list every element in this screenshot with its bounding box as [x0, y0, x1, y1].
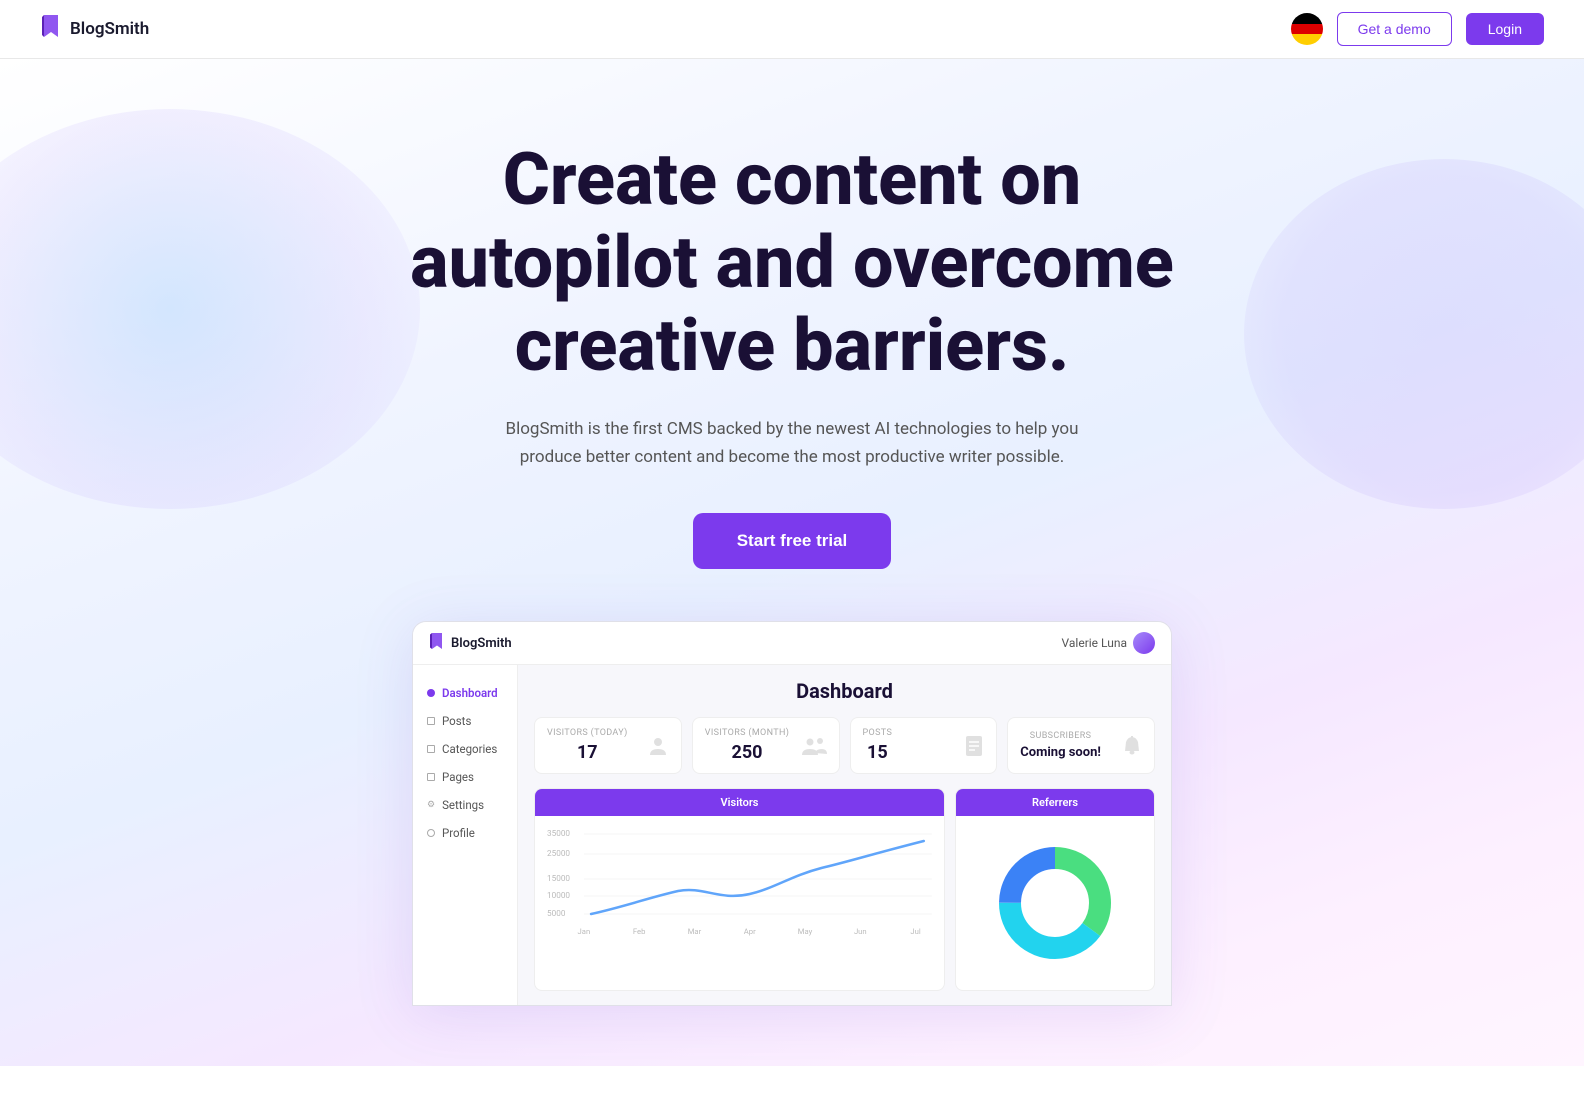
bell-icon	[1122, 735, 1142, 757]
svg-text:Feb: Feb	[633, 928, 646, 937]
stat-info-visitors-month: VISITORS (MONTH) 250	[705, 728, 790, 763]
stat-label-visitors-today: VISITORS (TODAY)	[547, 728, 628, 738]
svg-text:15000: 15000	[547, 874, 570, 884]
stat-value-visitors-month: 250	[705, 742, 790, 763]
svg-text:10000: 10000	[547, 891, 570, 901]
donut-container	[966, 826, 1144, 980]
document-icon	[964, 735, 984, 757]
logo-icon	[40, 15, 62, 43]
stat-info-visitors-today: VISITORS (TODAY) 17	[547, 728, 628, 763]
svg-text:May: May	[798, 928, 813, 937]
charts-row: Visitors 35000 25000 15000 10000 5000	[534, 788, 1155, 991]
sidebar-item-dashboard[interactable]: Dashboard	[413, 679, 517, 707]
logo: BlogSmith	[40, 15, 149, 43]
sidebar-label-pages: Pages	[442, 770, 474, 784]
people-icon	[801, 735, 827, 757]
sidebar-label-categories: Categories	[442, 742, 497, 756]
main-header: BlogSmith Get a demo Login	[0, 0, 1584, 59]
dashboard-avatar	[1133, 632, 1155, 654]
sidebar-item-profile[interactable]: Profile	[413, 819, 517, 847]
login-button[interactable]: Login	[1466, 13, 1544, 45]
sidebar-item-settings[interactable]: ⚙ Settings	[413, 791, 517, 819]
svg-text:Jun: Jun	[854, 928, 867, 937]
visitors-line-chart-svg: 35000 25000 15000 10000 5000	[545, 826, 934, 936]
dashboard-logo: BlogSmith	[429, 633, 512, 653]
settings-gear-icon: ⚙	[427, 800, 435, 810]
dashboard-logo-icon	[429, 633, 445, 653]
pages-nav-icon	[427, 773, 435, 781]
logo-text: BlogSmith	[70, 19, 149, 39]
visitors-chart: Visitors 35000 25000 15000 10000 5000	[534, 788, 945, 991]
stat-label-posts: POSTS	[863, 728, 893, 738]
stat-card-visitors-today: VISITORS (TODAY) 17	[534, 717, 682, 774]
svg-text:Mar: Mar	[688, 928, 702, 937]
profile-nav-icon	[427, 829, 435, 837]
stat-value-posts: 15	[863, 742, 893, 763]
svg-text:Jul: Jul	[910, 928, 920, 937]
person-icon	[647, 735, 669, 757]
stat-value-subscribers: Coming soon!	[1020, 745, 1101, 760]
sidebar-label-settings: Settings	[442, 798, 484, 812]
stat-label-subscribers: SUBSCRIBERS	[1020, 731, 1101, 741]
dashboard-main: Dashboard VISITORS (TODAY) 17	[518, 665, 1171, 1005]
dashboard-header: BlogSmith Valerie Luna	[413, 622, 1171, 665]
language-flag-german[interactable]	[1291, 13, 1323, 45]
dashboard-body: Dashboard Posts Categories Pages ⚙ Setti…	[413, 665, 1171, 1005]
header-actions: Get a demo Login	[1291, 12, 1544, 46]
referrers-chart-body	[956, 816, 1154, 990]
stat-card-visitors-month: VISITORS (MONTH) 250	[692, 717, 840, 774]
visitors-chart-body: 35000 25000 15000 10000 5000	[535, 816, 944, 950]
stats-row: VISITORS (TODAY) 17 VISITORS (MONTH) 250	[534, 717, 1155, 774]
dashboard-page-title: Dashboard	[534, 679, 1155, 703]
dashboard-logo-text: BlogSmith	[451, 636, 512, 651]
sidebar-label-profile: Profile	[442, 826, 475, 840]
dashboard-sidebar: Dashboard Posts Categories Pages ⚙ Setti…	[413, 665, 518, 1005]
hero-subtitle: BlogSmith is the first CMS backed by the…	[482, 415, 1102, 471]
sidebar-label-dashboard: Dashboard	[442, 686, 498, 700]
stat-label-visitors-month: VISITORS (MONTH)	[705, 728, 790, 738]
svg-text:Apr: Apr	[744, 928, 756, 937]
stat-info-subscribers: SUBSCRIBERS Coming soon!	[1020, 731, 1101, 760]
hero-title: Create content on autopilot and overcome…	[402, 139, 1182, 387]
stat-card-posts: POSTS 15	[850, 717, 998, 774]
dashboard-user: Valerie Luna	[1062, 632, 1155, 654]
svg-text:35000: 35000	[547, 829, 570, 839]
posts-nav-icon	[427, 717, 435, 725]
stat-card-subscribers: SUBSCRIBERS Coming soon!	[1007, 717, 1155, 774]
dashboard-username: Valerie Luna	[1062, 636, 1127, 650]
svg-text:Jan: Jan	[578, 928, 591, 937]
visitors-chart-header: Visitors	[535, 789, 944, 816]
sidebar-item-categories[interactable]: Categories	[413, 735, 517, 763]
get-demo-button[interactable]: Get a demo	[1337, 12, 1452, 46]
stat-value-visitors-today: 17	[547, 742, 628, 763]
stat-info-posts: POSTS 15	[863, 728, 893, 763]
dashboard-nav-icon	[427, 689, 435, 697]
sidebar-label-posts: Posts	[442, 714, 471, 728]
hero-section: Create content on autopilot and overcome…	[0, 59, 1584, 1066]
dashboard-preview: BlogSmith Valerie Luna Dashboard Posts	[412, 621, 1172, 1006]
start-free-trial-button[interactable]: Start free trial	[693, 513, 892, 569]
sidebar-item-posts[interactable]: Posts	[413, 707, 517, 735]
donut-chart-svg	[990, 838, 1120, 968]
referrers-chart-header: Referrers	[956, 789, 1154, 816]
svg-text:25000: 25000	[547, 849, 570, 859]
categories-nav-icon	[427, 745, 435, 753]
svg-text:5000: 5000	[547, 909, 566, 919]
referrers-chart: Referrers	[955, 788, 1155, 991]
sidebar-item-pages[interactable]: Pages	[413, 763, 517, 791]
